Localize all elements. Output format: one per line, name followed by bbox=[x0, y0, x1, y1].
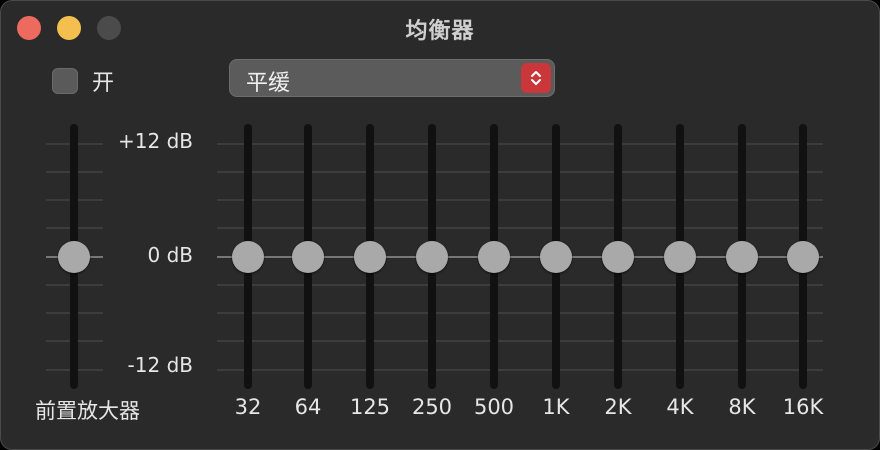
preamp-label: 前置放大器 bbox=[35, 399, 140, 423]
band-label-32: 32 bbox=[234, 395, 262, 419]
band-64-slider-knob[interactable] bbox=[292, 241, 324, 273]
enable-toggle[interactable]: 开 bbox=[52, 65, 114, 97]
band-250-slider-knob[interactable] bbox=[416, 241, 448, 273]
enable-label: 开 bbox=[92, 71, 115, 96]
band-label-500: 500 bbox=[473, 395, 515, 419]
band-label-250: 250 bbox=[411, 395, 453, 419]
band-32-slider-knob[interactable] bbox=[232, 241, 264, 273]
band-label-16K: 16K bbox=[782, 395, 824, 419]
band-2K-slider-knob[interactable] bbox=[602, 241, 634, 273]
db-min-label: -12 dB bbox=[127, 353, 193, 377]
band-label-4K: 4K bbox=[666, 395, 694, 419]
band-label-64: 64 bbox=[294, 395, 322, 419]
band-16K-slider-knob[interactable] bbox=[787, 241, 819, 273]
band-1K-slider-knob[interactable] bbox=[540, 241, 572, 273]
band-125-slider-knob[interactable] bbox=[354, 241, 386, 273]
window-title: 均衡器 bbox=[405, 19, 475, 44]
band-4K-slider-knob[interactable] bbox=[664, 241, 696, 273]
db-max-label: +12 dB bbox=[118, 129, 193, 153]
equalizer-window: 均衡器 开 平缓 +12 dB 0 dB -12 dB 前置放大器 32 64 12… bbox=[0, 0, 880, 450]
preset-value: 平缓 bbox=[246, 71, 291, 96]
db-zero-label: 0 dB bbox=[147, 243, 194, 267]
preamp-slider-knob[interactable] bbox=[58, 241, 90, 273]
band-8K-slider-knob[interactable] bbox=[726, 241, 758, 273]
band-500-slider-knob[interactable] bbox=[478, 241, 510, 273]
band-label-1K: 1K bbox=[542, 395, 570, 419]
enable-checkbox[interactable] bbox=[52, 68, 78, 94]
updown-chevron-icon[interactable] bbox=[521, 63, 551, 93]
band-label-2K: 2K bbox=[604, 395, 632, 419]
preset-select[interactable]: 平缓 bbox=[229, 59, 555, 97]
band-label-125: 125 bbox=[349, 395, 391, 419]
band-label-8K: 8K bbox=[728, 395, 756, 419]
